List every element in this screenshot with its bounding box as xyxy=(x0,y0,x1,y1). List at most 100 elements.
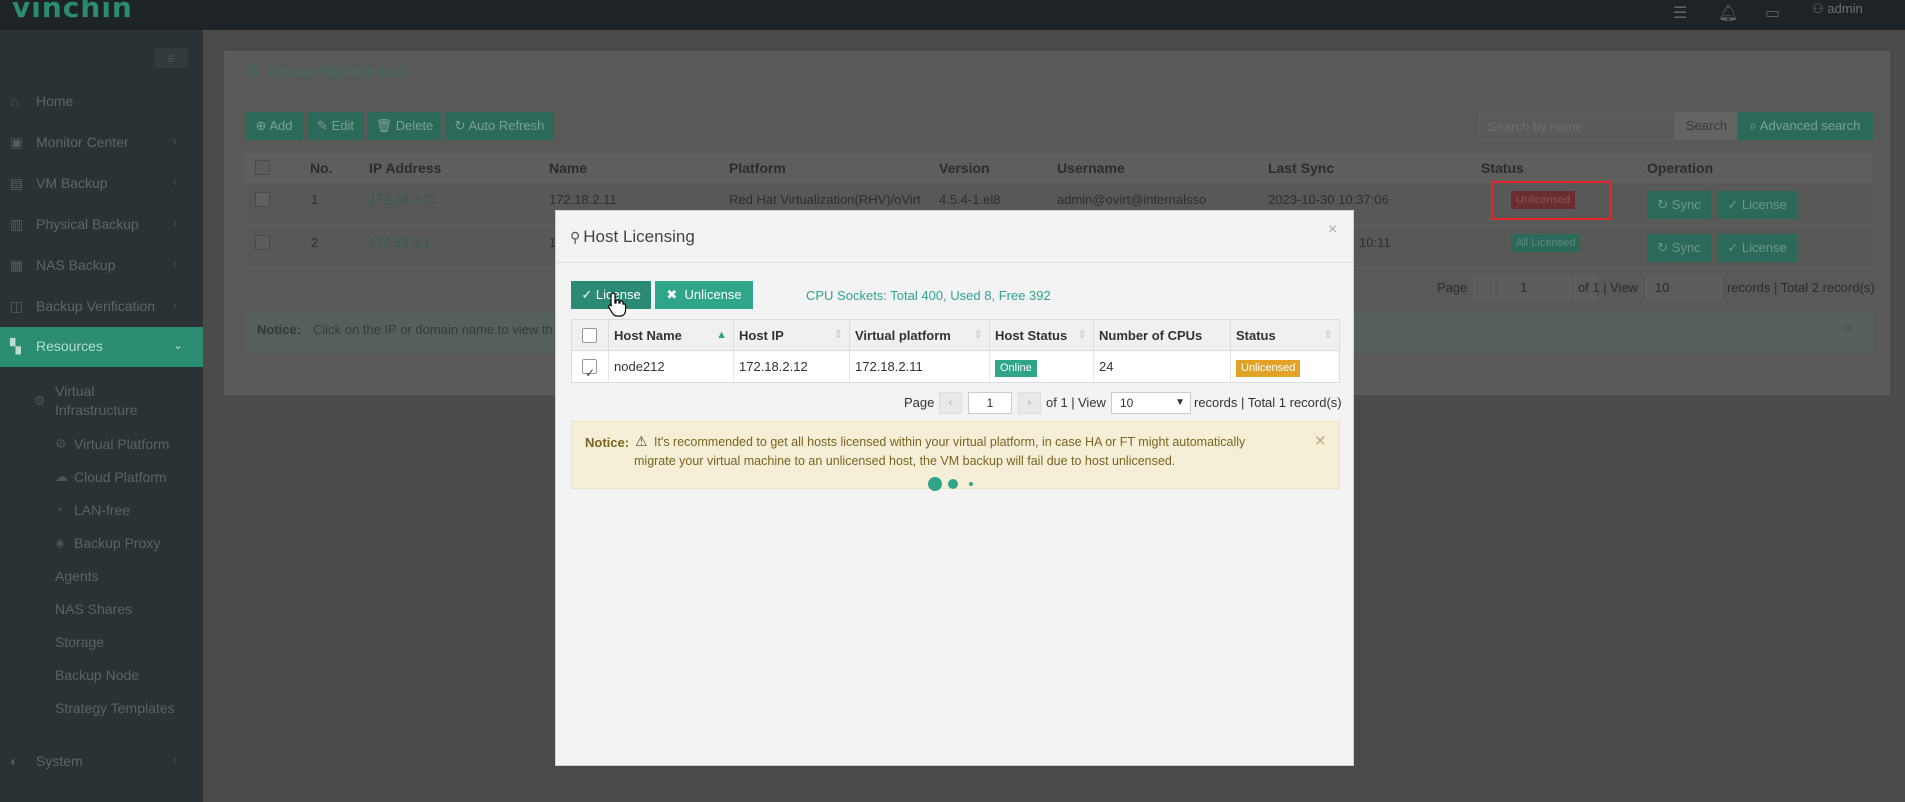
sidebar-item-backup-verification[interactable]: ◫ Backup Verification ‹ xyxy=(0,287,203,327)
status-highlight-box xyxy=(1491,181,1612,220)
chevron-left-icon: ‹ xyxy=(173,257,177,271)
add-button[interactable]: ⊕ Add xyxy=(245,112,303,140)
sort-icon: ⇕ xyxy=(973,329,983,341)
verify-icon: ◫ xyxy=(10,298,24,314)
monitor-icon: ▣ xyxy=(10,134,24,150)
page-size-select[interactable]: 10 xyxy=(1646,276,1722,300)
bell-icon[interactable]: 🔔︎ xyxy=(1718,3,1738,23)
chevron-down-icon: ⌄ xyxy=(173,338,184,352)
sidebar-item-resources[interactable]: ▚ Resources ⌄ xyxy=(0,327,203,367)
sort-icon: ⇕ xyxy=(833,329,843,341)
column-header[interactable]: Platform xyxy=(729,160,786,176)
sync-button[interactable]: ↻ Sync xyxy=(1647,234,1711,262)
network-icon: ◔ xyxy=(55,502,63,517)
table-row[interactable]: node212 172.18.2.12 172.18.2.11 Online 2… xyxy=(572,351,1339,389)
column-header[interactable]: Last Sync xyxy=(1268,160,1334,176)
column-header-host-name[interactable]: Host Name ▲ xyxy=(609,320,734,351)
nas-icon: ▦ xyxy=(10,257,24,273)
display-icon[interactable]: ▭ xyxy=(1765,3,1780,23)
sidebar-item-nas-backup[interactable]: ▦ NAS Backup ‹ xyxy=(0,246,203,286)
cloud-icon: ☁ xyxy=(55,469,68,484)
chevron-down-icon: ▼ xyxy=(1175,397,1185,408)
home-icon: ⌂ xyxy=(10,93,19,109)
list-icon[interactable]: ☰ xyxy=(1673,3,1687,23)
sidebar-item-monitor-center[interactable]: ▣ Monitor Center ‹ xyxy=(0,123,203,163)
key-icon: ⚲ xyxy=(570,229,581,245)
loading-dot xyxy=(928,477,942,491)
prev-page-button[interactable]: ‹ xyxy=(939,392,962,414)
column-header-host-ip[interactable]: Host IP ⇕ xyxy=(734,320,850,351)
edit-button[interactable]: ✎ Edit xyxy=(307,112,364,140)
select-all-cell xyxy=(572,320,609,351)
page-input[interactable]: 1 xyxy=(968,392,1012,414)
ip-link[interactable]: 172.18.2.11 xyxy=(369,192,437,207)
license-button[interactable]: ✓ License xyxy=(1717,234,1797,262)
column-header-virtual-platform[interactable]: Virtual platform ⇕ xyxy=(850,320,990,351)
physical-icon: ▥ xyxy=(10,216,24,232)
trash-icon: 🗑︎ xyxy=(375,118,393,133)
sidebar-item-home[interactable]: ⌂ Home xyxy=(0,82,203,122)
page-input[interactable]: 1 xyxy=(1499,276,1571,300)
column-header[interactable]: Status xyxy=(1481,160,1524,176)
user-icon: ⚇ xyxy=(1812,1,1824,16)
check-icon: ✓ xyxy=(581,287,593,302)
search-input[interactable]: Search by name xyxy=(1479,113,1675,140)
next-page-button[interactable]: › xyxy=(1018,392,1041,414)
close-icon[interactable]: ✕ xyxy=(1843,320,1855,337)
sidebar-item-physical-backup[interactable]: ▥ Physical Backup ‹ xyxy=(0,205,203,245)
column-header-status[interactable]: Status ⇕ xyxy=(1231,320,1339,351)
select-all-checkbox[interactable] xyxy=(255,160,270,175)
chevron-left-icon: ‹ xyxy=(173,753,177,767)
host-status-cell: Online xyxy=(990,351,1094,382)
column-header-cpus[interactable]: Number of CPUs xyxy=(1094,320,1231,351)
host-table: Host Name ▲ Host IP ⇕ Virtual platform ⇕ Ho… xyxy=(571,319,1340,389)
top-bar: vinchin ☰ 🔔︎ ▭ ⚇ admin xyxy=(0,0,1905,30)
license-button[interactable]: ✓ License xyxy=(1717,191,1797,219)
unlicense-button[interactable]: ✖ Unlicense xyxy=(655,281,753,309)
host-table-header: Host Name ▲ Host IP ⇕ Virtual platform ⇕ Ho… xyxy=(572,320,1339,351)
chevron-left-icon: ‹ xyxy=(948,397,953,409)
chevron-left-icon: ‹ xyxy=(173,175,177,189)
row-checkbox[interactable] xyxy=(255,235,270,250)
column-header[interactable]: Username xyxy=(1057,160,1125,176)
platform-table-header: No. IP Address Name Platform Version Use… xyxy=(245,153,1873,183)
search-icon: ⌕ xyxy=(1749,118,1757,133)
modal-header: ⚲ Host Licensing × xyxy=(556,211,1353,263)
status-badge: Online xyxy=(995,360,1037,377)
advanced-search-button[interactable]: ⌕ Advanced search xyxy=(1737,112,1873,140)
delete-button[interactable]: 🗑︎ Delete xyxy=(368,112,441,140)
page-title: ⚙ Virtual Platform List xyxy=(246,64,405,81)
row-checkbox[interactable] xyxy=(582,358,597,389)
page-size-select[interactable]: 10 ▼ xyxy=(1111,392,1191,414)
search-button[interactable]: Search xyxy=(1675,112,1738,140)
license-status-cell: Unlicensed xyxy=(1231,351,1339,382)
sidebar-item-vm-backup[interactable]: ▤ VM Backup ‹ xyxy=(0,164,203,204)
hand-cursor-icon xyxy=(608,292,627,317)
platform-icon: ⚙ xyxy=(55,436,67,451)
column-header[interactable]: IP Address xyxy=(369,160,441,176)
sidebar-toggle-button[interactable]: ≡ xyxy=(154,48,188,68)
status-badge: Unlicensed xyxy=(1236,360,1301,377)
chevron-right-icon: › xyxy=(1027,397,1032,409)
chevron-left-icon: ‹ xyxy=(173,216,177,230)
column-header[interactable]: No. xyxy=(310,160,333,176)
column-header[interactable]: Version xyxy=(939,160,990,176)
user-menu[interactable]: ⚇ admin xyxy=(1812,1,1863,17)
sidebar-item-system[interactable]: ◐ System ‹ xyxy=(0,742,203,782)
auto-refresh-button[interactable]: ↻ Auto Refresh xyxy=(445,112,554,140)
column-header[interactable]: Name xyxy=(549,160,587,176)
refresh-icon: ↻ xyxy=(454,118,466,133)
prev-page-button[interactable] xyxy=(1473,276,1495,300)
column-header-host-status[interactable]: Host Status ⇕ xyxy=(990,320,1094,351)
close-icon[interactable]: ✕ xyxy=(1314,432,1327,450)
ip-link[interactable]: 172.18.2.1 xyxy=(369,235,430,250)
refresh-icon: ↻ xyxy=(1657,240,1669,255)
sync-button[interactable]: ↻ Sync xyxy=(1647,191,1711,219)
row-checkbox[interactable] xyxy=(255,192,270,207)
menu-icon: ≡ xyxy=(166,50,176,66)
modal-close-icon[interactable]: × xyxy=(1328,221,1337,239)
select-all-checkbox[interactable] xyxy=(582,328,597,343)
chevron-left-icon: ‹ xyxy=(173,298,177,312)
sidebar-group-virtual-infrastructure[interactable]: ⚙ Virtual Infrastructure xyxy=(0,383,203,423)
proxy-icon: ◈ xyxy=(55,535,65,550)
